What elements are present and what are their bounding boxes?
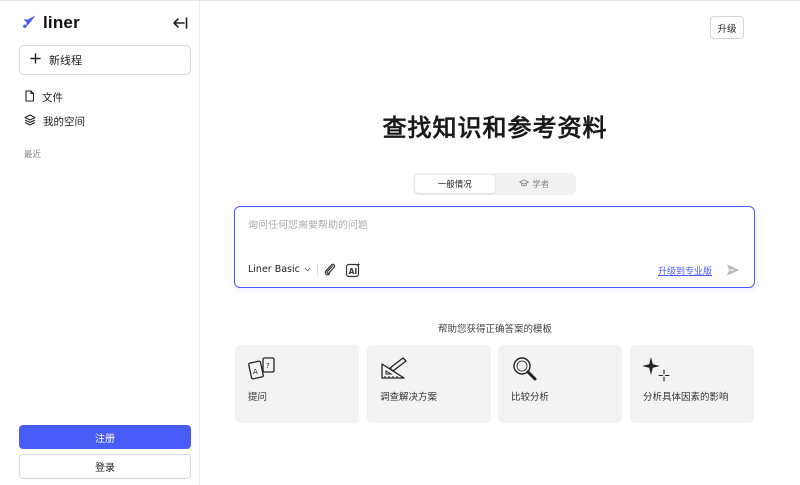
svg-text:?: ? — [266, 362, 270, 370]
sidebar-item-files[interactable]: 文件 — [24, 90, 63, 105]
sidebar-item-label: 文件 — [42, 92, 63, 104]
template-card-ask[interactable]: A ? 提问 — [235, 345, 359, 423]
template-label: 提问 — [248, 392, 268, 403]
upgrade-button[interactable]: 升级 — [710, 16, 744, 39]
chevron-down-icon — [304, 264, 311, 275]
tab-label: 学者 — [532, 180, 550, 190]
svg-text:A: A — [253, 368, 258, 376]
send-icon[interactable] — [725, 262, 741, 278]
ruler-pencil-icon — [379, 355, 409, 383]
logo[interactable]: liner — [22, 13, 80, 33]
ai-tools-icon[interactable]: AI — [345, 262, 361, 278]
tab-general[interactable]: 一般情况 — [415, 175, 495, 193]
new-thread-button[interactable]: 新线程 — [19, 45, 191, 75]
recent-section-label: 最近 — [24, 150, 42, 160]
page-title: 查找知识和参考资料 — [382, 114, 608, 142]
model-label: Liner Basic — [248, 264, 300, 275]
sidebar: liner 新线程 文件 我的空间 最近 注册 登录 — [0, 1, 200, 485]
query-input[interactable] — [248, 220, 728, 231]
tab-scholar[interactable]: 学者 — [495, 175, 575, 193]
template-card-factor-impact[interactable]: 分析具体因素的影响 — [630, 345, 754, 423]
app-name: liner — [43, 13, 80, 32]
templates-title: 帮助您获得正确答案的模板 — [437, 324, 552, 335]
question-cards-icon: A ? — [247, 355, 277, 383]
model-selector[interactable]: Liner Basic — [248, 264, 311, 275]
plus-icon — [30, 53, 41, 67]
svg-text:AI: AI — [349, 267, 358, 276]
mode-toggle: 一般情况 学者 — [413, 173, 576, 195]
file-icon — [24, 90, 35, 105]
signup-button[interactable]: 注册 — [19, 425, 191, 449]
template-label: 分析具体因素的影响 — [643, 392, 729, 403]
sidebar-item-label: 我的空间 — [43, 116, 85, 128]
template-card-comparison[interactable]: 比较分析 — [498, 345, 622, 423]
graduation-cap-icon — [519, 179, 530, 190]
query-composer: Liner Basic AI 升级到专业版 — [234, 206, 755, 288]
attach-paperclip-icon[interactable] — [322, 262, 338, 278]
liner-logo-icon — [22, 14, 37, 33]
new-thread-label: 新线程 — [49, 54, 82, 67]
sidebar-item-my-space[interactable]: 我的空间 — [24, 114, 85, 129]
collapse-sidebar-icon[interactable] — [172, 15, 188, 29]
toolbar-divider — [317, 264, 318, 276]
upgrade-to-pro-link[interactable]: 升级到专业版 — [658, 264, 712, 277]
login-button[interactable]: 登录 — [19, 454, 191, 479]
sparkle-icon — [642, 355, 672, 383]
template-label: 调查解决方案 — [380, 392, 438, 403]
template-card-research-solution[interactable]: 调查解决方案 — [367, 345, 491, 423]
template-label: 比较分析 — [511, 392, 550, 403]
tab-label: 一般情况 — [437, 180, 472, 190]
layers-icon — [24, 114, 36, 129]
magnifier-icon — [510, 355, 540, 383]
app-root: liner 新线程 文件 我的空间 最近 注册 登录 升级 查找知识和参考资料 … — [0, 0, 800, 485]
